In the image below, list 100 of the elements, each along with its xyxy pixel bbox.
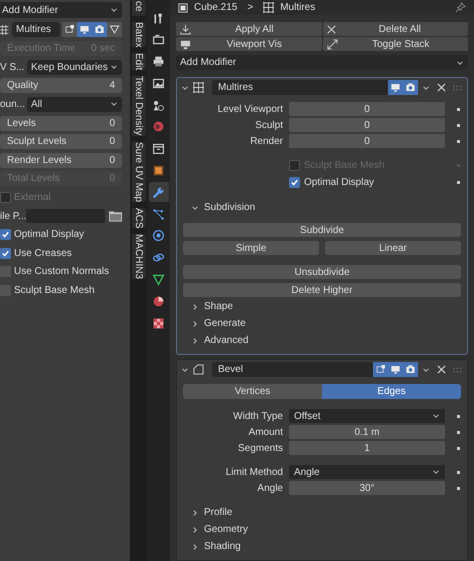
subpanel-header[interactable]: Shading: [179, 539, 465, 554]
download-icon: [180, 24, 191, 34]
stack-button[interactable]: Delete All: [322, 22, 468, 36]
chevron-icon: [432, 468, 440, 476]
dropdown[interactable]: All: [27, 96, 122, 112]
subpanel-header[interactable]: Subdivision: [179, 200, 465, 215]
subpanel-header[interactable]: Generate: [179, 316, 465, 331]
camera-icon[interactable]: [403, 80, 418, 95]
number-field[interactable]: 0: [289, 102, 445, 116]
editmode-icon[interactable]: [62, 22, 77, 38]
number-field[interactable]: 0: [289, 134, 445, 148]
property-tab[interactable]: [148, 182, 168, 202]
add-modifier-dropdown[interactable]: Add Modifier: [0, 2, 122, 18]
number-field[interactable]: Levels 0: [0, 116, 122, 131]
close-icon[interactable]: [437, 365, 446, 374]
stack-button[interactable]: Viewport Vis: [176, 37, 322, 51]
add-modifier-dropdown[interactable]: Add Modifier: [176, 55, 468, 70]
checker-icon: [152, 316, 165, 330]
number-field[interactable]: Quality 4: [0, 78, 122, 94]
checkbox-label: Optimal Display: [14, 228, 84, 242]
sidebar-tab[interactable]: ACS: [132, 208, 146, 228]
stack-button[interactable]: Apply All: [176, 22, 322, 36]
dropdown[interactable]: Angle: [289, 465, 445, 479]
dropdown[interactable]: Offset: [289, 409, 445, 423]
dropdown-chevron-icon: [422, 366, 430, 374]
chevron-icon: [110, 6, 118, 14]
constraint-icon: [152, 251, 165, 264]
modifier-name-field[interactable]: Bevel: [212, 362, 418, 377]
camera-icon[interactable]: [92, 22, 107, 38]
subpanel-header[interactable]: Advanced: [179, 333, 465, 348]
number-field[interactable]: Sculpt Levels 0: [0, 134, 122, 150]
chevron-icon: [191, 526, 199, 534]
segment-tab[interactable]: Edges: [322, 384, 461, 399]
sidebar-tab[interactable]: Edit: [132, 53, 146, 70]
subpanel-header[interactable]: Geometry: [179, 522, 465, 537]
folder-icon[interactable]: [109, 210, 122, 222]
checkbox[interactable]: [0, 229, 11, 240]
box-icon: [152, 142, 165, 156]
close-icon[interactable]: [437, 83, 446, 92]
action-button[interactable]: Linear: [325, 241, 461, 255]
number-field[interactable]: 1: [289, 441, 445, 455]
field-label: Segments: [236, 442, 283, 456]
monitor-icon[interactable]: [77, 22, 92, 38]
number-field[interactable]: 0: [289, 118, 445, 132]
checkbox-label: Use Custom Normals: [14, 265, 110, 280]
grid-icon: [263, 2, 274, 13]
checkbox[interactable]: [289, 177, 300, 188]
number-field[interactable]: 30°: [289, 481, 445, 495]
field-label: Level Viewport: [216, 102, 283, 116]
stack-button[interactable]: Toggle Stack: [322, 37, 468, 51]
field-label: Sculpt: [254, 118, 283, 132]
chevron-icon: [110, 100, 118, 108]
field-label: Angle: [256, 482, 283, 496]
subpanel-header[interactable]: Shape: [179, 299, 465, 314]
chevron-icon: [191, 508, 199, 516]
field-label: Limit Method: [224, 466, 283, 480]
globe-icon: [152, 120, 165, 134]
field-label: Width Type: [232, 410, 283, 424]
grid-icon: [193, 82, 204, 93]
tool-icon: [152, 12, 165, 24]
bevel-icon: [193, 364, 204, 375]
printer-icon: [152, 55, 165, 68]
checkbox[interactable]: [0, 248, 11, 259]
subpanel-header[interactable]: Profile: [179, 505, 465, 520]
segment-tab[interactable]: Vertices: [183, 384, 322, 399]
breadcrumb-separator: >: [247, 1, 254, 15]
monitor-icon[interactable]: [388, 80, 403, 95]
expand-chevron-icon: [181, 366, 189, 374]
editmode-icon[interactable]: [373, 362, 388, 377]
sidebar-tab[interactable]: Texel Density: [132, 76, 146, 136]
number-field[interactable]: Render Levels 0: [0, 152, 122, 168]
chevron-icon: [191, 542, 199, 550]
wrench-icon: [152, 186, 165, 199]
drag-handle-icon[interactable]: [453, 366, 463, 372]
chevron-icon: [432, 412, 440, 420]
expand-chevron-icon: [181, 84, 189, 92]
monitor-icon: [180, 38, 191, 50]
chevron-icon: [191, 320, 199, 328]
modifier-name-field[interactable]: Multires: [12, 22, 60, 38]
drag-handle-icon[interactable]: [453, 84, 463, 90]
chevron-icon: [110, 63, 118, 72]
particles-icon: [152, 208, 165, 221]
field-label: Render: [249, 134, 283, 148]
object-name: Cube.215: [194, 1, 238, 15]
sidebar-tab[interactable]: Sure UV Map: [132, 142, 146, 202]
modifier-name-field[interactable]: Multires: [212, 80, 418, 95]
number-field[interactable]: 0.1 m: [289, 425, 445, 439]
action-button[interactable]: Subdivide: [183, 223, 461, 237]
checkbox-label: Sculpt Base Mesh: [14, 284, 95, 298]
action-button[interactable]: Simple: [183, 241, 319, 255]
action-button[interactable]: Unsubdivide: [183, 265, 461, 279]
action-button[interactable]: Delete Higher: [183, 283, 461, 297]
sidebar-tab[interactable]: MACHIN3: [132, 234, 146, 280]
chevron-icon: [456, 58, 464, 66]
material-icon: [152, 294, 165, 308]
camera-icon[interactable]: [403, 362, 418, 377]
dropdown[interactable]: Keep Boundaries: [27, 60, 122, 75]
pin-icon[interactable]: [455, 2, 466, 13]
sidebar-tab[interactable]: Batex: [132, 22, 146, 48]
sidebar-tab[interactable]: ce: [132, 0, 146, 16]
